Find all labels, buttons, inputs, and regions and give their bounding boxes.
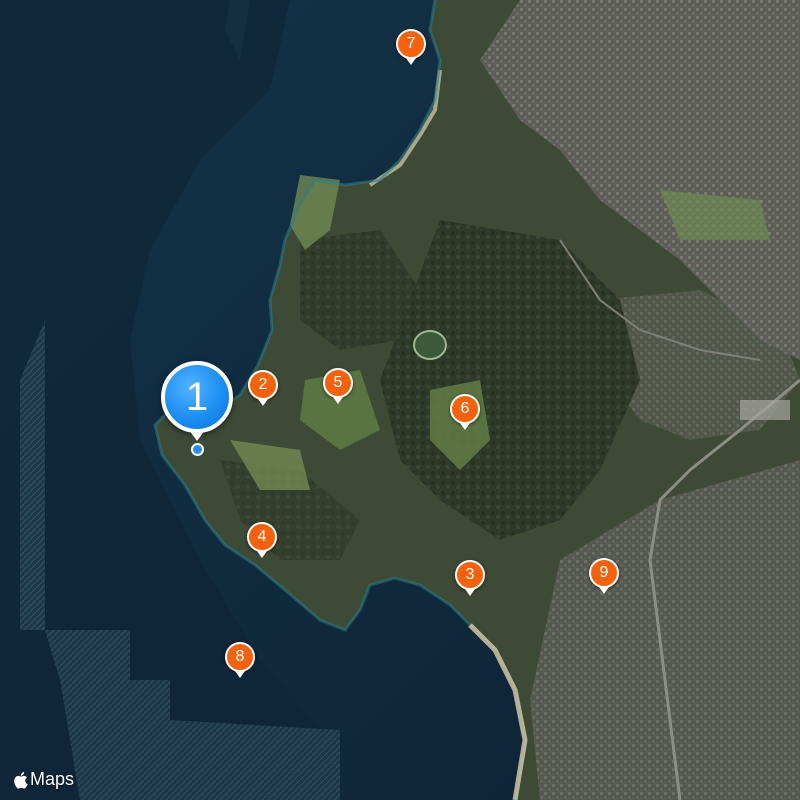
location-dot [191, 443, 204, 456]
pin-8[interactable]: 8 [225, 642, 255, 672]
pin-6[interactable]: 6 [450, 394, 480, 424]
pin-9[interactable]: 9 [589, 558, 619, 588]
satellite-imagery [0, 0, 800, 800]
pin-7[interactable]: 7 [396, 29, 426, 59]
pin-3[interactable]: 3 [455, 560, 485, 590]
maps-brand-label: Maps [30, 769, 75, 789]
map-view[interactable]: 1 2 3 4 5 6 7 8 9 Maps [0, 0, 800, 800]
pin-2[interactable]: 2 [248, 370, 278, 400]
pin-4[interactable]: 4 [247, 522, 277, 552]
apple-logo-icon [14, 771, 28, 789]
primary-pin[interactable]: 1 [161, 361, 233, 433]
pin-5[interactable]: 5 [323, 368, 353, 398]
maps-attribution[interactable]: Maps [12, 769, 74, 790]
